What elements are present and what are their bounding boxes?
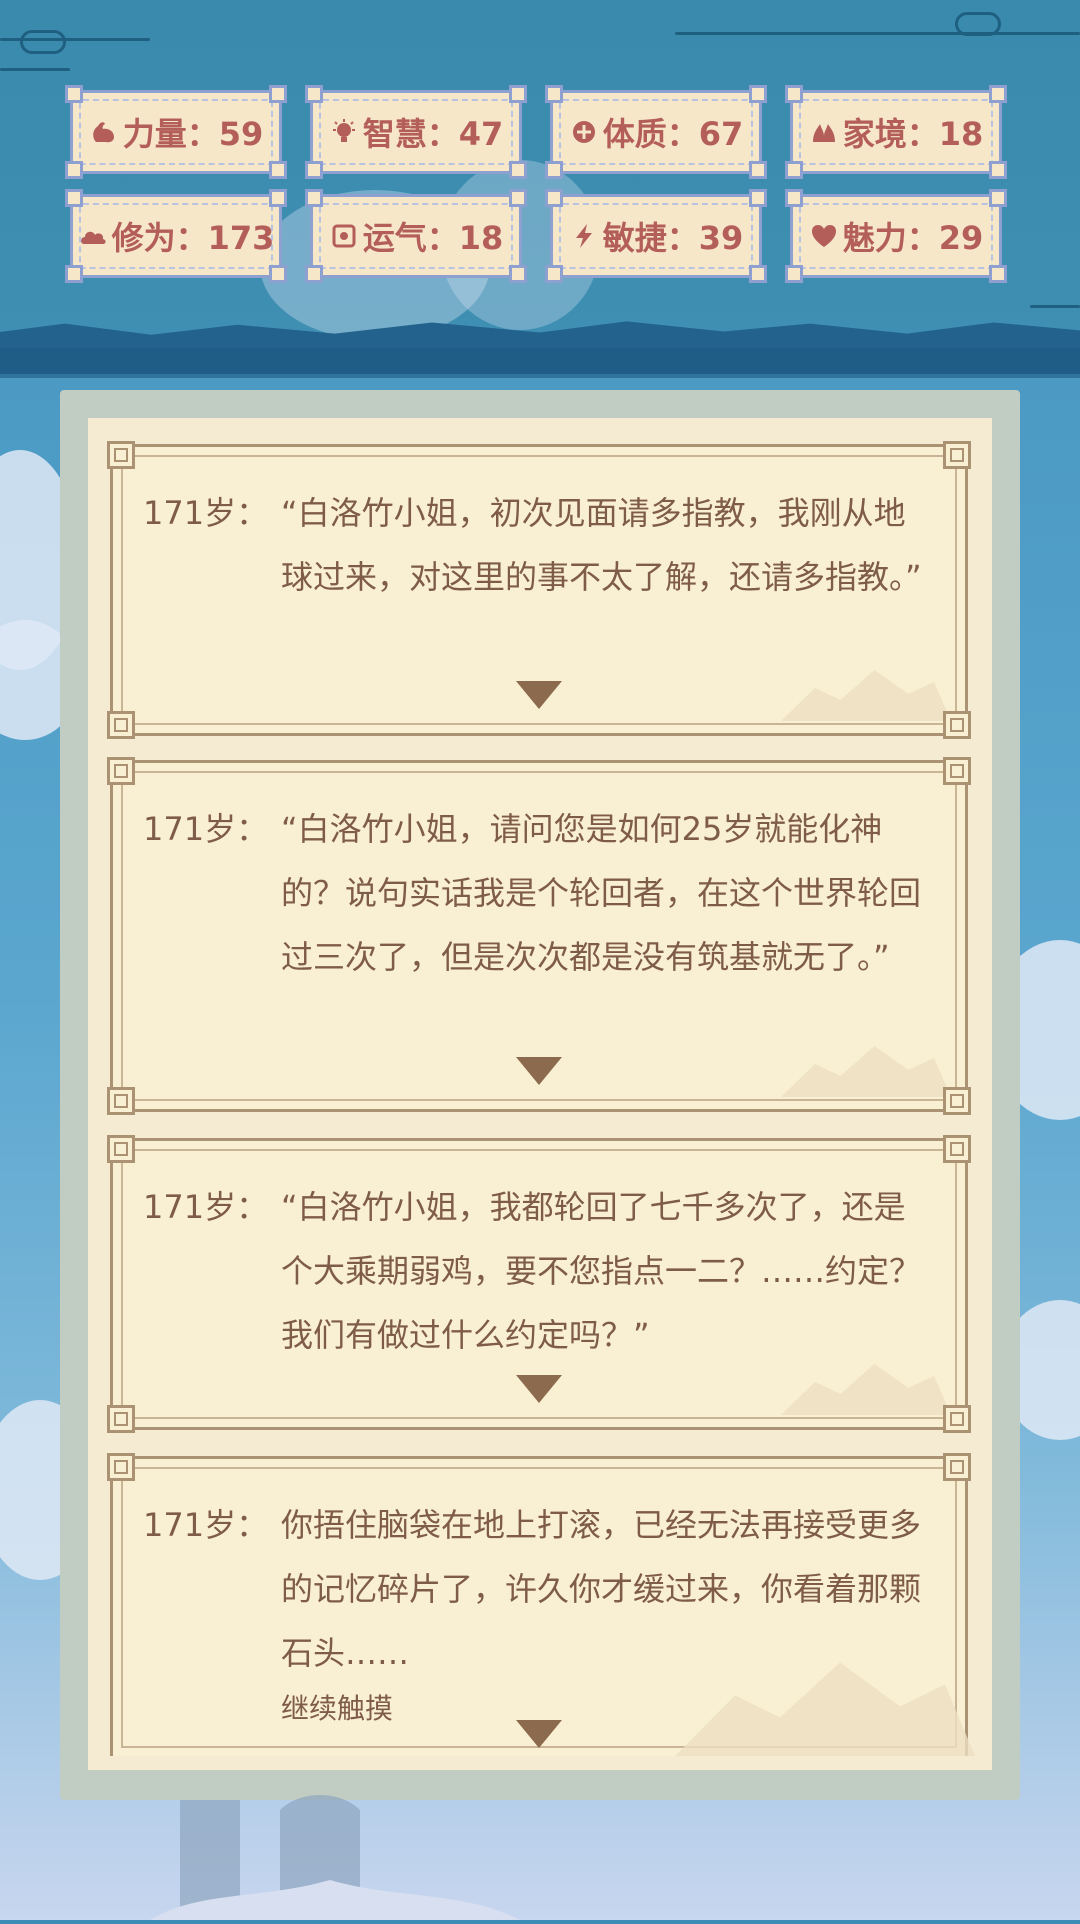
event-card[interactable]: 171岁： “白洛竹小姐，我都轮回了七千多次了，还是个大乘期弱鸡，要不您指点一二… xyxy=(107,1135,971,1433)
stat-label: 力量：59 xyxy=(122,115,264,153)
stat-label: 运气：18 xyxy=(362,219,504,257)
bottom-scenery xyxy=(0,1780,1080,1920)
stat-agility: 敏捷：39 xyxy=(545,189,767,283)
decorative-curl xyxy=(20,30,66,54)
stat-label: 魅力：29 xyxy=(842,219,984,257)
stat-constitution: 体质：67 xyxy=(545,85,767,179)
stat-family: 家境：18 xyxy=(785,85,1007,179)
arm-icon xyxy=(89,117,119,147)
lightning-icon xyxy=(569,221,599,251)
event-card[interactable]: 171岁： “白洛竹小姐，初次见面请多指教，我刚从地球过来，对这里的事不太了解，… xyxy=(107,441,971,739)
stat-label: 修为：173 xyxy=(111,219,275,257)
heart-icon xyxy=(809,221,839,251)
stat-charm: 魅力：29 xyxy=(785,189,1007,283)
mountain-decoration xyxy=(781,1046,951,1097)
chevron-down-icon[interactable] xyxy=(516,1720,562,1748)
event-card[interactable]: 171岁： 你捂住脑袋在地上打滚，已经无法再接受更多的记忆碎片了，许久你才缓过来… xyxy=(107,1453,975,1756)
decorative-line xyxy=(675,32,1080,35)
stat-label: 体质：67 xyxy=(602,115,744,153)
family-icon xyxy=(809,117,839,147)
mountain-decoration xyxy=(781,670,951,721)
cloud-icon xyxy=(78,221,108,251)
event-age: 171岁： xyxy=(143,810,269,848)
event-text: “白洛竹小姐，初次见面请多指教，我刚从地球过来，对这里的事不太了解，还请多指教。… xyxy=(281,494,922,596)
event-text: “白洛竹小姐，我都轮回了七千多次了，还是个大乘期弱鸡，要不您指点一二？……约定？… xyxy=(281,1188,922,1354)
event-age: 171岁： xyxy=(143,1506,269,1544)
ink-band xyxy=(0,348,1080,378)
attribute-stats: 力量：59 智慧：47 体质：67 家境：18 修为：173 运气：18 敏捷：… xyxy=(65,85,1010,283)
body-icon xyxy=(569,117,599,147)
chevron-down-icon[interactable] xyxy=(516,681,562,709)
chevron-down-icon[interactable] xyxy=(516,1375,562,1403)
bulb-icon xyxy=(329,117,359,147)
stat-label: 智慧：47 xyxy=(362,115,504,153)
decorative-line xyxy=(1030,305,1080,308)
event-card[interactable]: 171岁： “白洛竹小姐，请问您是如何25岁就能化神的？说句实话我是个轮回者，在… xyxy=(107,757,971,1115)
stat-wisdom: 智慧：47 xyxy=(305,85,527,179)
stat-cultivation: 修为：173 xyxy=(65,189,287,283)
event-age: 171岁： xyxy=(143,494,269,532)
event-age: 171岁： xyxy=(143,1188,269,1226)
luck-icon xyxy=(329,221,359,251)
stat-label: 敏捷：39 xyxy=(602,219,744,257)
decorative-curl xyxy=(955,12,1001,36)
stat-strength: 力量：59 xyxy=(65,85,287,179)
event-text: 你捂住脑袋在地上打滚，已经无法再接受更多的记忆碎片了，许久你才缓过来，你看着那颗… xyxy=(281,1506,922,1672)
continue-touch-option[interactable]: 继续触摸 xyxy=(281,1689,935,1729)
decorative-line xyxy=(0,68,70,71)
stat-luck: 运气：18 xyxy=(305,189,527,283)
chevron-down-icon[interactable] xyxy=(516,1057,562,1085)
stat-label: 家境：18 xyxy=(842,115,984,153)
event-text: “白洛竹小姐，请问您是如何25岁就能化神的？说句实话我是个轮回者，在这个世界轮回… xyxy=(281,810,922,976)
